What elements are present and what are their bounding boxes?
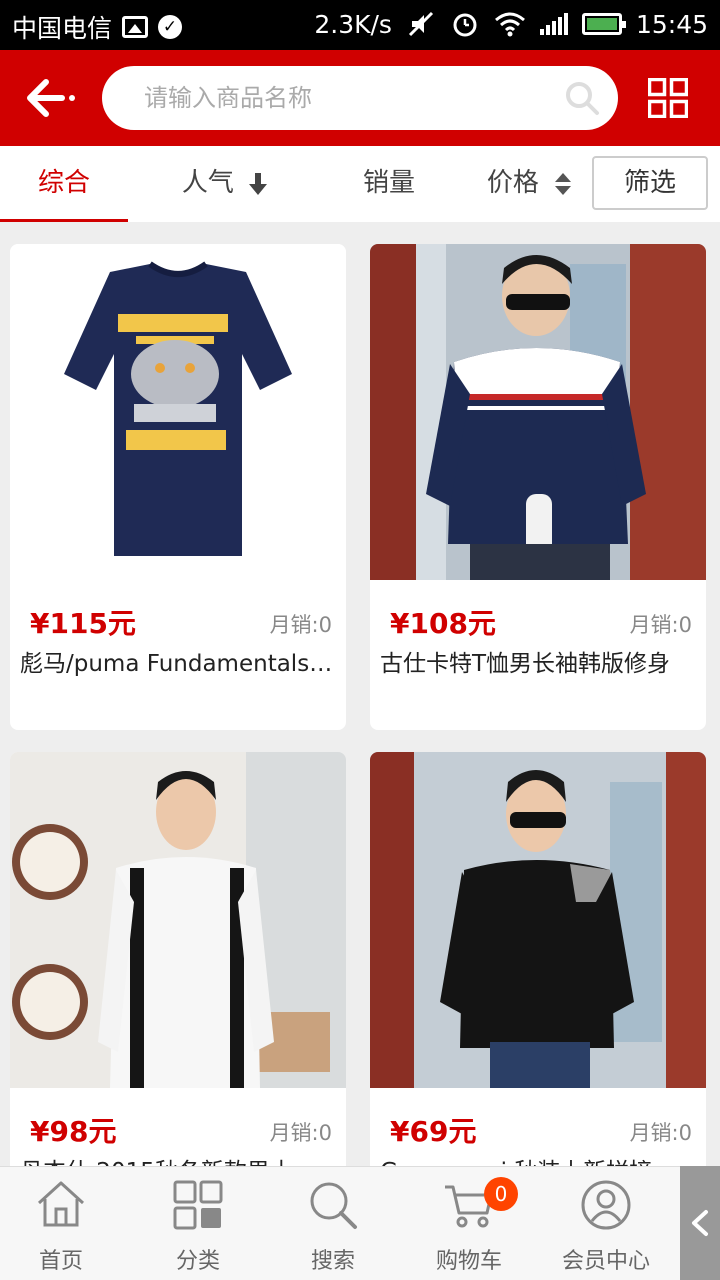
nav-item-home[interactable]: 首页	[0, 1167, 126, 1280]
category-icon	[173, 1180, 223, 1230]
tab-label: 价格	[486, 168, 539, 198]
nav-item-search[interactable]: 搜索	[268, 1167, 398, 1280]
net-speed-label: 2.3K/s	[314, 9, 392, 39]
product-monthly-sales: 月销:0	[629, 613, 692, 637]
product-card[interactable]: ¥69元 月销:0 Gurun vani 秋装上新拼接长袖T恤	[370, 752, 706, 1166]
product-price: ¥115元	[30, 607, 136, 640]
carrier-label: 中国电信	[12, 14, 113, 43]
mute-icon	[408, 11, 434, 37]
search-box[interactable]	[102, 66, 618, 130]
product-monthly-sales: 月销:0	[269, 1121, 332, 1145]
sort-tabs: 综合 人气 销量 价格 筛选	[0, 146, 720, 222]
alarm-icon	[453, 13, 477, 37]
clock-label: 15:45	[635, 9, 708, 39]
home-icon	[37, 1181, 85, 1227]
product-name[interactable]: 彪马/puma Fundamentals男子短袖T恤	[20, 644, 336, 678]
product-grid: ¥115元 月销:0 彪马/puma Fundamentals男子短袖T恤	[0, 222, 720, 1166]
search-icon	[310, 1182, 357, 1229]
product-monthly-sales: 月销:0	[269, 613, 332, 637]
chevron-left-icon	[692, 1210, 708, 1236]
sort-down-arrow-icon	[249, 172, 268, 195]
product-card[interactable]: ¥98元 月销:0 丹杰仕 2015秋冬新款男士长袖T恤	[10, 752, 346, 1166]
image-notification-icon	[122, 16, 149, 38]
tab-label: 综合	[37, 168, 90, 198]
search-input[interactable]	[144, 78, 544, 118]
product-name[interactable]: Gurun vani 秋装上新拼接长袖T恤	[380, 1152, 696, 1166]
header-bar	[0, 50, 720, 146]
filter-button[interactable]: 筛选	[592, 156, 708, 210]
product-price: ¥69元	[390, 1115, 477, 1148]
product-card[interactable]: ¥115元 月销:0 彪马/puma Fundamentals男子短袖T恤	[10, 244, 346, 730]
nav-item-member-center[interactable]: 会员中心	[541, 1167, 671, 1280]
product-image[interactable]	[370, 244, 706, 580]
nav-label: 分类	[175, 1249, 220, 1274]
battery-icon	[581, 13, 626, 35]
product-price: ¥108元	[390, 607, 496, 640]
tab-sales[interactable]: 销量	[324, 146, 454, 222]
wifi-icon	[494, 12, 525, 37]
status-bar: 中国电信 ✓ 2.3K/s 15:45	[0, 0, 720, 50]
nav-label: 会员中心	[561, 1249, 650, 1274]
signal-icon	[539, 13, 568, 35]
product-name[interactable]: 古仕卡特T恤男长袖韩版修身	[380, 644, 696, 678]
nav-label: 首页	[38, 1249, 83, 1274]
back-arrow-icon[interactable]	[24, 76, 84, 120]
tab-price[interactable]: 价格	[470, 146, 590, 222]
tab-comprehensive[interactable]: 综合	[0, 146, 128, 222]
grid-view-icon[interactable]	[648, 78, 688, 118]
check-notification-icon: ✓	[158, 15, 183, 39]
product-image[interactable]	[10, 244, 346, 580]
product-image[interactable]	[10, 752, 346, 1088]
tab-label: 人气	[181, 168, 234, 198]
cart-count-badge: 0	[484, 1177, 518, 1211]
side-drawer-tab[interactable]	[680, 1166, 720, 1280]
product-image[interactable]	[370, 752, 706, 1088]
product-price: ¥98元	[30, 1115, 117, 1148]
tab-popularity[interactable]: 人气	[160, 146, 290, 222]
tab-label: 销量	[362, 168, 415, 198]
nav-item-category[interactable]: 分类	[133, 1167, 263, 1280]
user-icon	[581, 1180, 631, 1230]
product-monthly-sales: 月销:0	[629, 1121, 692, 1145]
nav-label: 购物车	[435, 1249, 502, 1274]
nav-label: 搜索	[310, 1249, 355, 1274]
sort-updown-icon	[555, 172, 572, 195]
search-icon[interactable]	[564, 80, 600, 116]
product-name[interactable]: 丹杰仕 2015秋冬新款男士长袖T恤	[20, 1152, 336, 1166]
bottom-navigation: 首页 分类 搜索 购物车 0 会员中心	[0, 1166, 720, 1280]
product-card[interactable]: ¥108元 月销:0 古仕卡特T恤男长袖韩版修身	[370, 244, 706, 730]
